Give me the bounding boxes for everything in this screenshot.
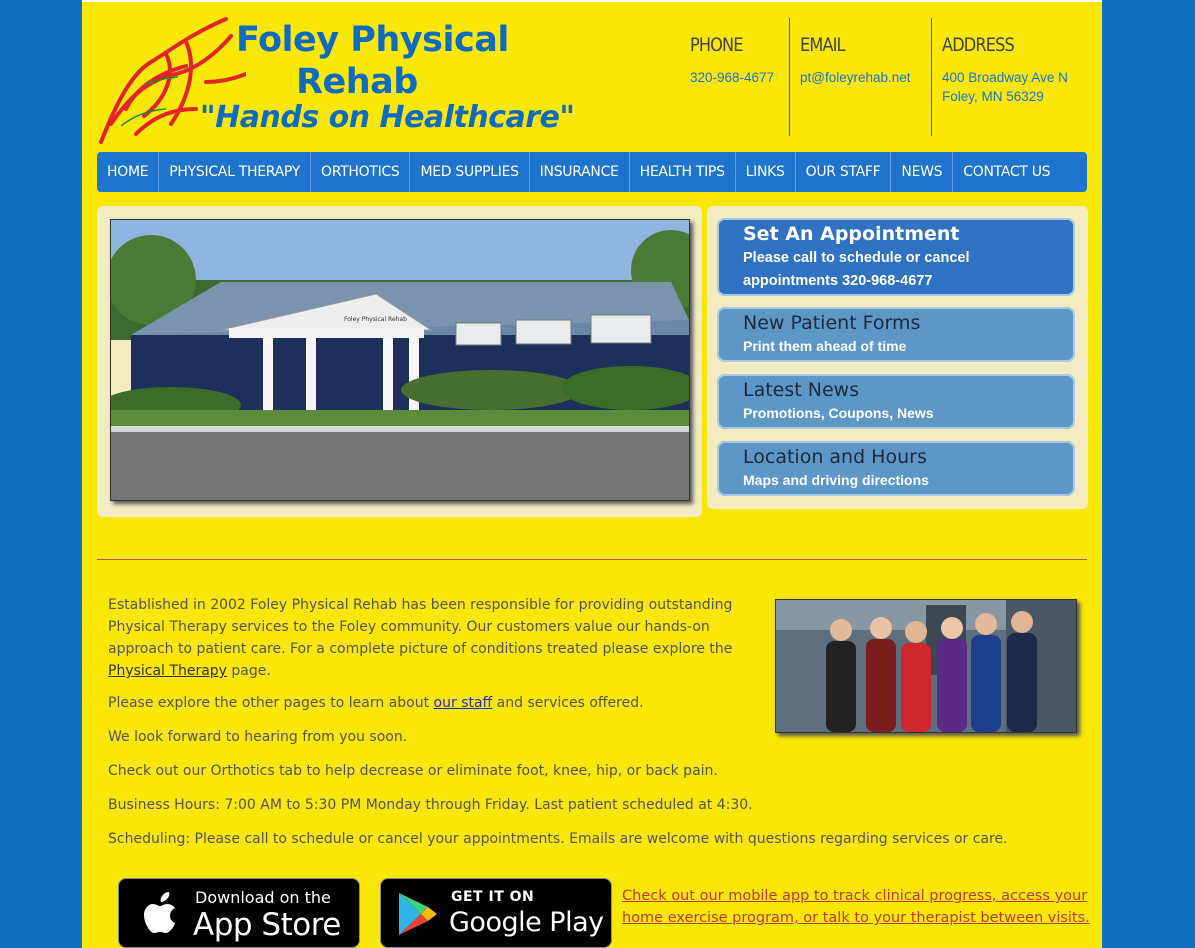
intro-text: Established in 2002 Foley Physical Rehab… [108, 597, 733, 657]
contact-address: ADDRESS 400 Broadway Ave N Foley, MN 563… [932, 18, 1092, 136]
building-sign-text: Foley Physical Rehab [344, 316, 407, 323]
nav-orthotics[interactable]: ORTHOTICS [311, 152, 411, 192]
nav-physical-therapy[interactable]: PHYSICAL THERAPY [159, 152, 311, 192]
logo-tagline: "Hands on Healthcare" [200, 100, 575, 135]
nav-links[interactable]: LINKS [736, 152, 796, 192]
google-play-badge[interactable]: GET IT ON Google Play [380, 878, 612, 948]
google-play-icon [399, 893, 437, 935]
cta-appointment-subtitle: Please call to schedule or cancel appoin… [743, 250, 970, 289]
address-line-1: 400 Broadway Ave N [942, 70, 1068, 85]
logo-line-1: Foley Physical [236, 20, 509, 60]
mobile-app-link[interactable]: Check out our mobile app to track clinic… [622, 885, 1092, 929]
nav-contact-us[interactable]: CONTACT US [953, 152, 1060, 192]
physical-therapy-link[interactable]: Physical Therapy [108, 663, 227, 679]
email-label: EMAIL [800, 34, 846, 56]
nav-insurance[interactable]: INSURANCE [530, 152, 630, 192]
address-line-2: Foley, MN 56329 [942, 89, 1044, 104]
email-link[interactable]: pt@foleyrehab.net [800, 68, 931, 87]
our-staff-link[interactable]: our staff [434, 695, 493, 711]
page-container: Foley Physical Rehab "Hands on Healthcar… [82, 0, 1102, 948]
explore-text: Please explore the other pages to learn … [108, 695, 434, 711]
main-nav: HOME PHYSICAL THERAPY ORTHOTICS MED SUPP… [97, 152, 1087, 192]
cta-forms-subtitle: Print them ahead of time [743, 338, 907, 354]
scheduling-paragraph: Scheduling: Please call to schedule or c… [108, 831, 1008, 847]
building-illustration: Foley Physical Rehab [111, 220, 689, 500]
intro-text-end: page. [226, 663, 271, 679]
app-store-badge[interactable]: Download on the App Store [118, 878, 360, 948]
explore-text-end: and services offered. [492, 695, 644, 711]
cta-panel: Set An Appointment Please call to schedu… [707, 206, 1088, 509]
google-play-big-text: Google Play [449, 907, 604, 938]
phone-link[interactable]: 320-968-4677 [690, 68, 789, 87]
nav-health-tips[interactable]: HEALTH TIPS [630, 152, 736, 192]
nav-news[interactable]: NEWS [891, 152, 954, 192]
building-photo: Foley Physical Rehab [110, 219, 690, 501]
cta-location-title: Location and Hours [743, 446, 927, 468]
hero-photo-panel: Foley Physical Rehab [97, 206, 702, 517]
nav-our-staff[interactable]: OUR STAFF [796, 152, 892, 192]
address-value[interactable]: 400 Broadway Ave N Foley, MN 56329 [942, 68, 1092, 106]
staff-illustration [776, 600, 1076, 732]
explore-paragraph: Please explore the other pages to learn … [108, 692, 644, 714]
apple-icon [144, 892, 175, 933]
nav-med-supplies[interactable]: MED SUPPLIES [410, 152, 530, 192]
google-play-small-text: GET IT ON [451, 889, 535, 905]
address-label: ADDRESS [942, 34, 1015, 56]
cta-news-subtitle: Promotions, Coupons, News [743, 405, 934, 421]
new-patient-forms-button[interactable]: New Patient Forms Print them ahead of ti… [717, 307, 1075, 362]
location-hours-button[interactable]: Location and Hours Maps and driving dire… [717, 441, 1075, 496]
orthotics-paragraph: Check out our Orthotics tab to help decr… [108, 763, 718, 779]
app-store-small-text: Download on the [195, 888, 331, 907]
site-logo[interactable]: Foley Physical Rehab "Hands on Healthcar… [96, 14, 575, 149]
nav-home[interactable]: HOME [97, 152, 160, 192]
intro-paragraph: Established in 2002 Foley Physical Rehab… [108, 594, 738, 682]
hours-paragraph: Business Hours: 7:00 AM to 5:30 PM Monda… [108, 797, 753, 813]
look-forward-paragraph: We look forward to hearing from you soon… [108, 729, 408, 745]
contact-email: EMAIL pt@foleyrehab.net [790, 18, 932, 136]
section-divider [97, 559, 1087, 560]
set-appointment-button[interactable]: Set An Appointment Please call to schedu… [717, 218, 1075, 296]
cta-appointment-title: Set An Appointment [743, 223, 960, 245]
cta-forms-title: New Patient Forms [743, 312, 921, 334]
phone-label: PHONE [690, 34, 743, 56]
logo-line-2: Rehab [296, 62, 418, 102]
contact-phone: PHONE 320-968-4677 [680, 18, 790, 136]
app-store-big-text: App Store [193, 907, 341, 943]
staff-photo [775, 599, 1077, 733]
cta-news-title: Latest News [743, 379, 860, 401]
cta-location-subtitle: Maps and driving directions [743, 472, 929, 488]
latest-news-button[interactable]: Latest News Promotions, Coupons, News [717, 374, 1075, 429]
